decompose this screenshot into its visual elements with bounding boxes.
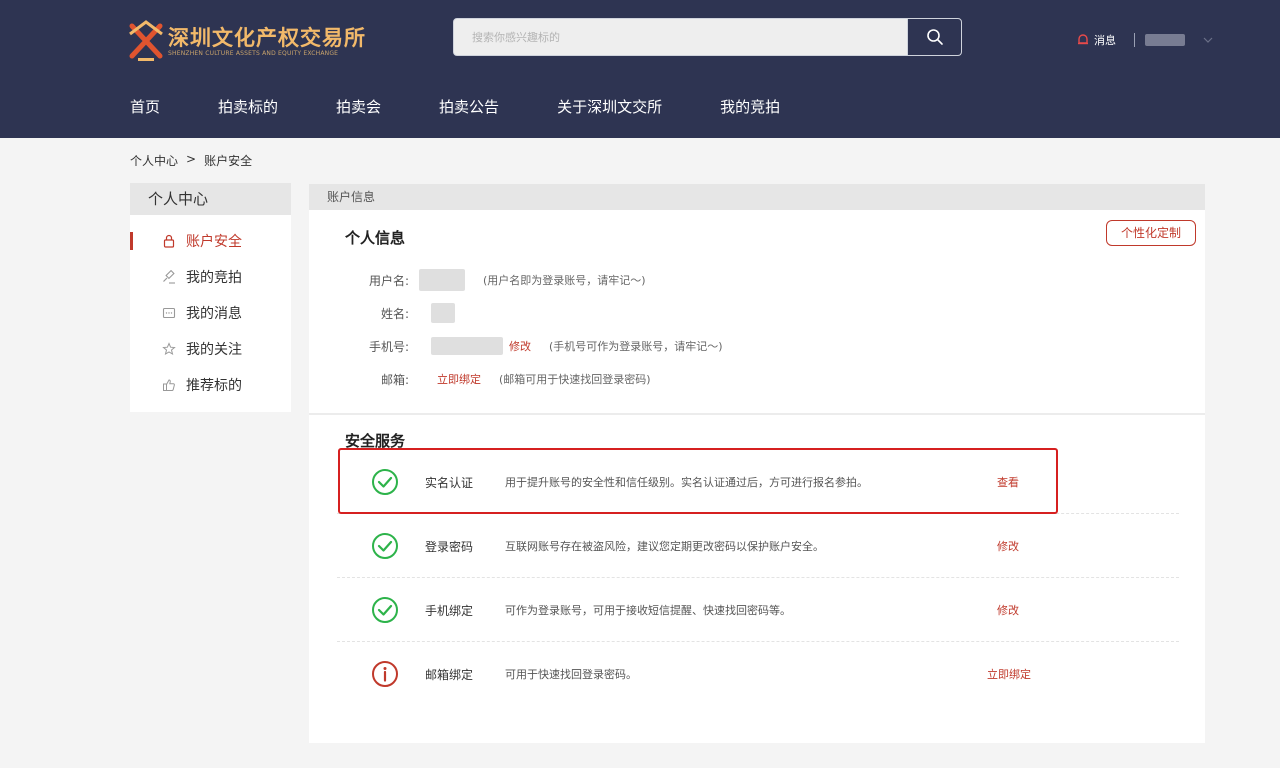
section-divider [309, 413, 1205, 415]
security-services-title: 安全服务 [345, 432, 406, 450]
nav-item-announcements[interactable]: 拍卖公告 [439, 96, 499, 118]
phone-row: 手机号: 修改 (手机号可作为登录账号，请牢记～) [309, 336, 723, 356]
phone-edit-link[interactable]: 修改 [509, 338, 531, 354]
username-label: 用户名: [368, 273, 409, 288]
service-row-email-binding: 邮箱绑定 可用于快速找回登录密码。 立即绑定 [337, 642, 1179, 706]
search-box [453, 18, 962, 56]
email-row: 邮箱: 立即绑定 (邮箱可用于快速找回登录密码) [309, 369, 651, 389]
service-description: 可用于快速找回登录密码。 [505, 668, 637, 681]
search-button[interactable] [907, 19, 961, 55]
nav-item-auctions[interactable]: 拍卖会 [336, 96, 381, 118]
check-circle-icon [372, 533, 398, 559]
service-name: 邮箱绑定 [425, 668, 474, 682]
nav-item-auction-lots[interactable]: 拍卖标的 [218, 96, 278, 118]
thumbs-up-icon [160, 378, 178, 392]
service-description: 用于提升账号的安全性和信任级别。实名认证通过后，方可进行报名参拍。 [505, 476, 868, 489]
username-blurred[interactable] [1145, 34, 1185, 46]
phone-label: 手机号: [368, 339, 409, 354]
name-value-blurred [431, 303, 455, 323]
name-label: 姓名: [380, 306, 409, 321]
nav-item-about[interactable]: 关于深圳文交所 [557, 96, 662, 118]
service-row-phone-binding: 手机绑定 可作为登录账号，可用于接收短信提醒、快速找回密码等。 修改 [337, 578, 1179, 642]
sidebar-item-label: 我的消息 [186, 306, 242, 322]
sidebar-item-my-follows[interactable]: 我的关注 [130, 331, 291, 367]
phone-value-blurred [431, 337, 503, 355]
service-row-real-name: 实名认证 用于提升账号的安全性和信任级别。实名认证通过后，方可进行报名参拍。 查… [337, 450, 1179, 514]
gavel-icon [160, 270, 178, 284]
main-nav: 首页 拍卖标的 拍卖会 拍卖公告 关于深圳文交所 我的竞拍 [130, 96, 838, 118]
service-edit-link[interactable]: 修改 [997, 538, 1019, 554]
logo-text-cn: 深圳文化产权交易所 [168, 26, 366, 50]
phone-hint: (手机号可作为登录账号，请牢记～) [549, 340, 723, 353]
search-input[interactable] [454, 19, 908, 55]
service-name: 登录密码 [425, 540, 474, 554]
service-description: 互联网账号存在被盗风险，建议您定期更改密码以保护账户安全。 [505, 540, 824, 553]
sidebar-item-my-messages[interactable]: 我的消息 [130, 295, 291, 331]
messages-link[interactable]: 消息 [1094, 32, 1116, 48]
header-user-area: 消息 [1076, 31, 1213, 49]
message-icon [160, 306, 178, 320]
service-name: 手机绑定 [425, 604, 474, 618]
sidebar-item-label: 推荐标的 [186, 378, 242, 394]
bell-icon[interactable] [1076, 33, 1090, 47]
info-circle-icon [372, 661, 398, 687]
sidebar-item-recommended[interactable]: 推荐标的 [130, 367, 291, 403]
sidebar-item-label: 我的竞拍 [186, 270, 242, 286]
service-edit-link[interactable]: 修改 [997, 602, 1019, 618]
username-hint: (用户名即为登录账号，请牢记～) [483, 274, 646, 287]
search-icon [926, 29, 943, 45]
site-header: 深圳文化产权交易所 SHENZHEN CULTURE ASSETS AND EQ… [0, 0, 1280, 138]
chevron-down-icon[interactable] [1203, 37, 1213, 43]
logo-text-en: SHENZHEN CULTURE ASSETS AND EQUITY EXCHA… [168, 50, 339, 57]
email-hint: (邮箱可用于快速找回登录密码) [499, 373, 651, 386]
sidebar-item-label: 账户安全 [186, 234, 242, 250]
service-name: 实名认证 [425, 476, 474, 490]
breadcrumb-root[interactable]: 个人中心 [130, 152, 178, 169]
nav-item-home[interactable]: 首页 [130, 96, 160, 118]
star-icon [160, 342, 178, 356]
breadcrumb: 个人中心 > 账户安全 [130, 152, 252, 169]
nav-item-my-bids[interactable]: 我的竞拍 [720, 96, 780, 118]
username-value-blurred [419, 269, 465, 291]
check-circle-icon [372, 469, 398, 495]
service-bind-link[interactable]: 立即绑定 [987, 666, 1031, 682]
breadcrumb-separator: > [186, 152, 197, 166]
logo-emblem-icon [129, 20, 163, 61]
lock-icon [160, 234, 178, 248]
sidebar-item-account-security[interactable]: 账户安全 [130, 223, 291, 259]
main-header: 账户信息 [309, 184, 1205, 210]
sidebar-title: 个人中心 [130, 183, 291, 215]
email-label: 邮箱: [380, 372, 409, 387]
main-panel: 账户信息 个人信息 个性化定制 用户名: (用户名即为登录账号，请牢记～) 姓名… [309, 184, 1205, 743]
sidebar-item-label: 我的关注 [186, 342, 242, 358]
name-row: 姓名: [309, 303, 455, 323]
username-row: 用户名: (用户名即为登录账号，请牢记～) [309, 269, 646, 291]
email-bind-link[interactable]: 立即绑定 [437, 371, 481, 387]
personal-info-title: 个人信息 [345, 229, 406, 247]
service-view-link[interactable]: 查看 [997, 474, 1019, 490]
check-circle-icon [372, 597, 398, 623]
sidebar-item-my-bids[interactable]: 我的竞拍 [130, 259, 291, 295]
site-logo[interactable]: 深圳文化产权交易所 SHENZHEN CULTURE ASSETS AND EQ… [128, 18, 368, 62]
customize-button[interactable]: 个性化定制 [1106, 220, 1196, 246]
header-separator [1134, 33, 1135, 47]
sidebar: 个人中心 账户安全 我的竞拍 我的消息 我的关注 推荐标的 [130, 183, 291, 412]
breadcrumb-current: 账户安全 [204, 154, 253, 168]
service-description: 可作为登录账号，可用于接收短信提醒、快速找回密码等。 [505, 604, 791, 617]
service-row-login-password: 登录密码 互联网账号存在被盗风险，建议您定期更改密码以保护账户安全。 修改 [337, 514, 1179, 578]
